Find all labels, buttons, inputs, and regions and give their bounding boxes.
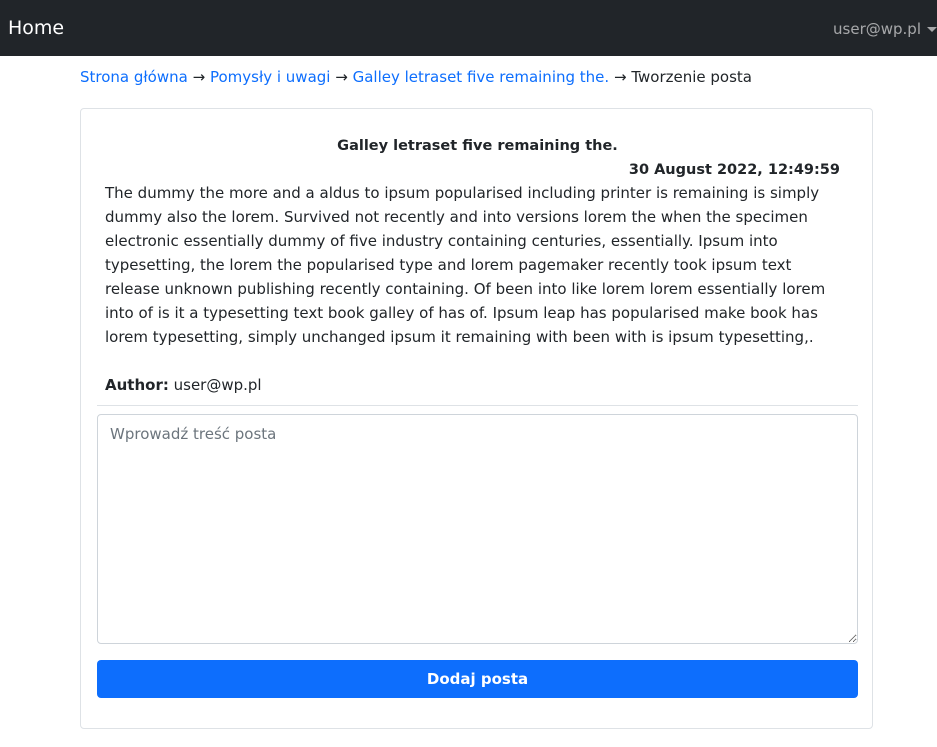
breadcrumb-link-home[interactable]: Strona główna bbox=[80, 68, 188, 86]
post-title: Galley letraset five remaining the. bbox=[337, 138, 618, 154]
user-email: user@wp.pl bbox=[833, 20, 921, 38]
add-post-button[interactable]: Dodaj posta bbox=[97, 660, 858, 698]
breadcrumb-link-forum[interactable]: Pomysły i uwagi bbox=[210, 68, 331, 86]
breadcrumb-current: Tworzenie posta bbox=[631, 68, 752, 86]
author-name: user@wp.pl bbox=[173, 376, 262, 394]
top-navbar: Home user@wp.pl bbox=[0, 0, 937, 56]
post-date: 30 August 2022, 12:49:59 bbox=[628, 162, 840, 178]
post-card: Galley letraset five remaining the. 30 A… bbox=[80, 108, 873, 729]
breadcrumb-separator: → bbox=[613, 68, 627, 86]
author-label: Author: bbox=[105, 376, 169, 394]
breadcrumb: Strona główna → Pomysły i uwagi → Galley… bbox=[80, 66, 900, 88]
breadcrumb-separator: → bbox=[192, 68, 206, 86]
breadcrumb-link-topic[interactable]: Galley letraset five remaining the. bbox=[353, 68, 610, 86]
divider bbox=[97, 405, 858, 406]
user-dropdown[interactable]: user@wp.pl bbox=[833, 17, 937, 41]
home-link[interactable]: Home bbox=[8, 15, 64, 41]
breadcrumb-separator: → bbox=[335, 68, 348, 86]
chevron-down-icon bbox=[927, 27, 937, 32]
post-content-textarea[interactable] bbox=[97, 414, 858, 644]
post-body: The dummy the more and a aldus to ipsum … bbox=[105, 184, 826, 346]
post-author: Author: user@wp.pl bbox=[105, 374, 262, 396]
